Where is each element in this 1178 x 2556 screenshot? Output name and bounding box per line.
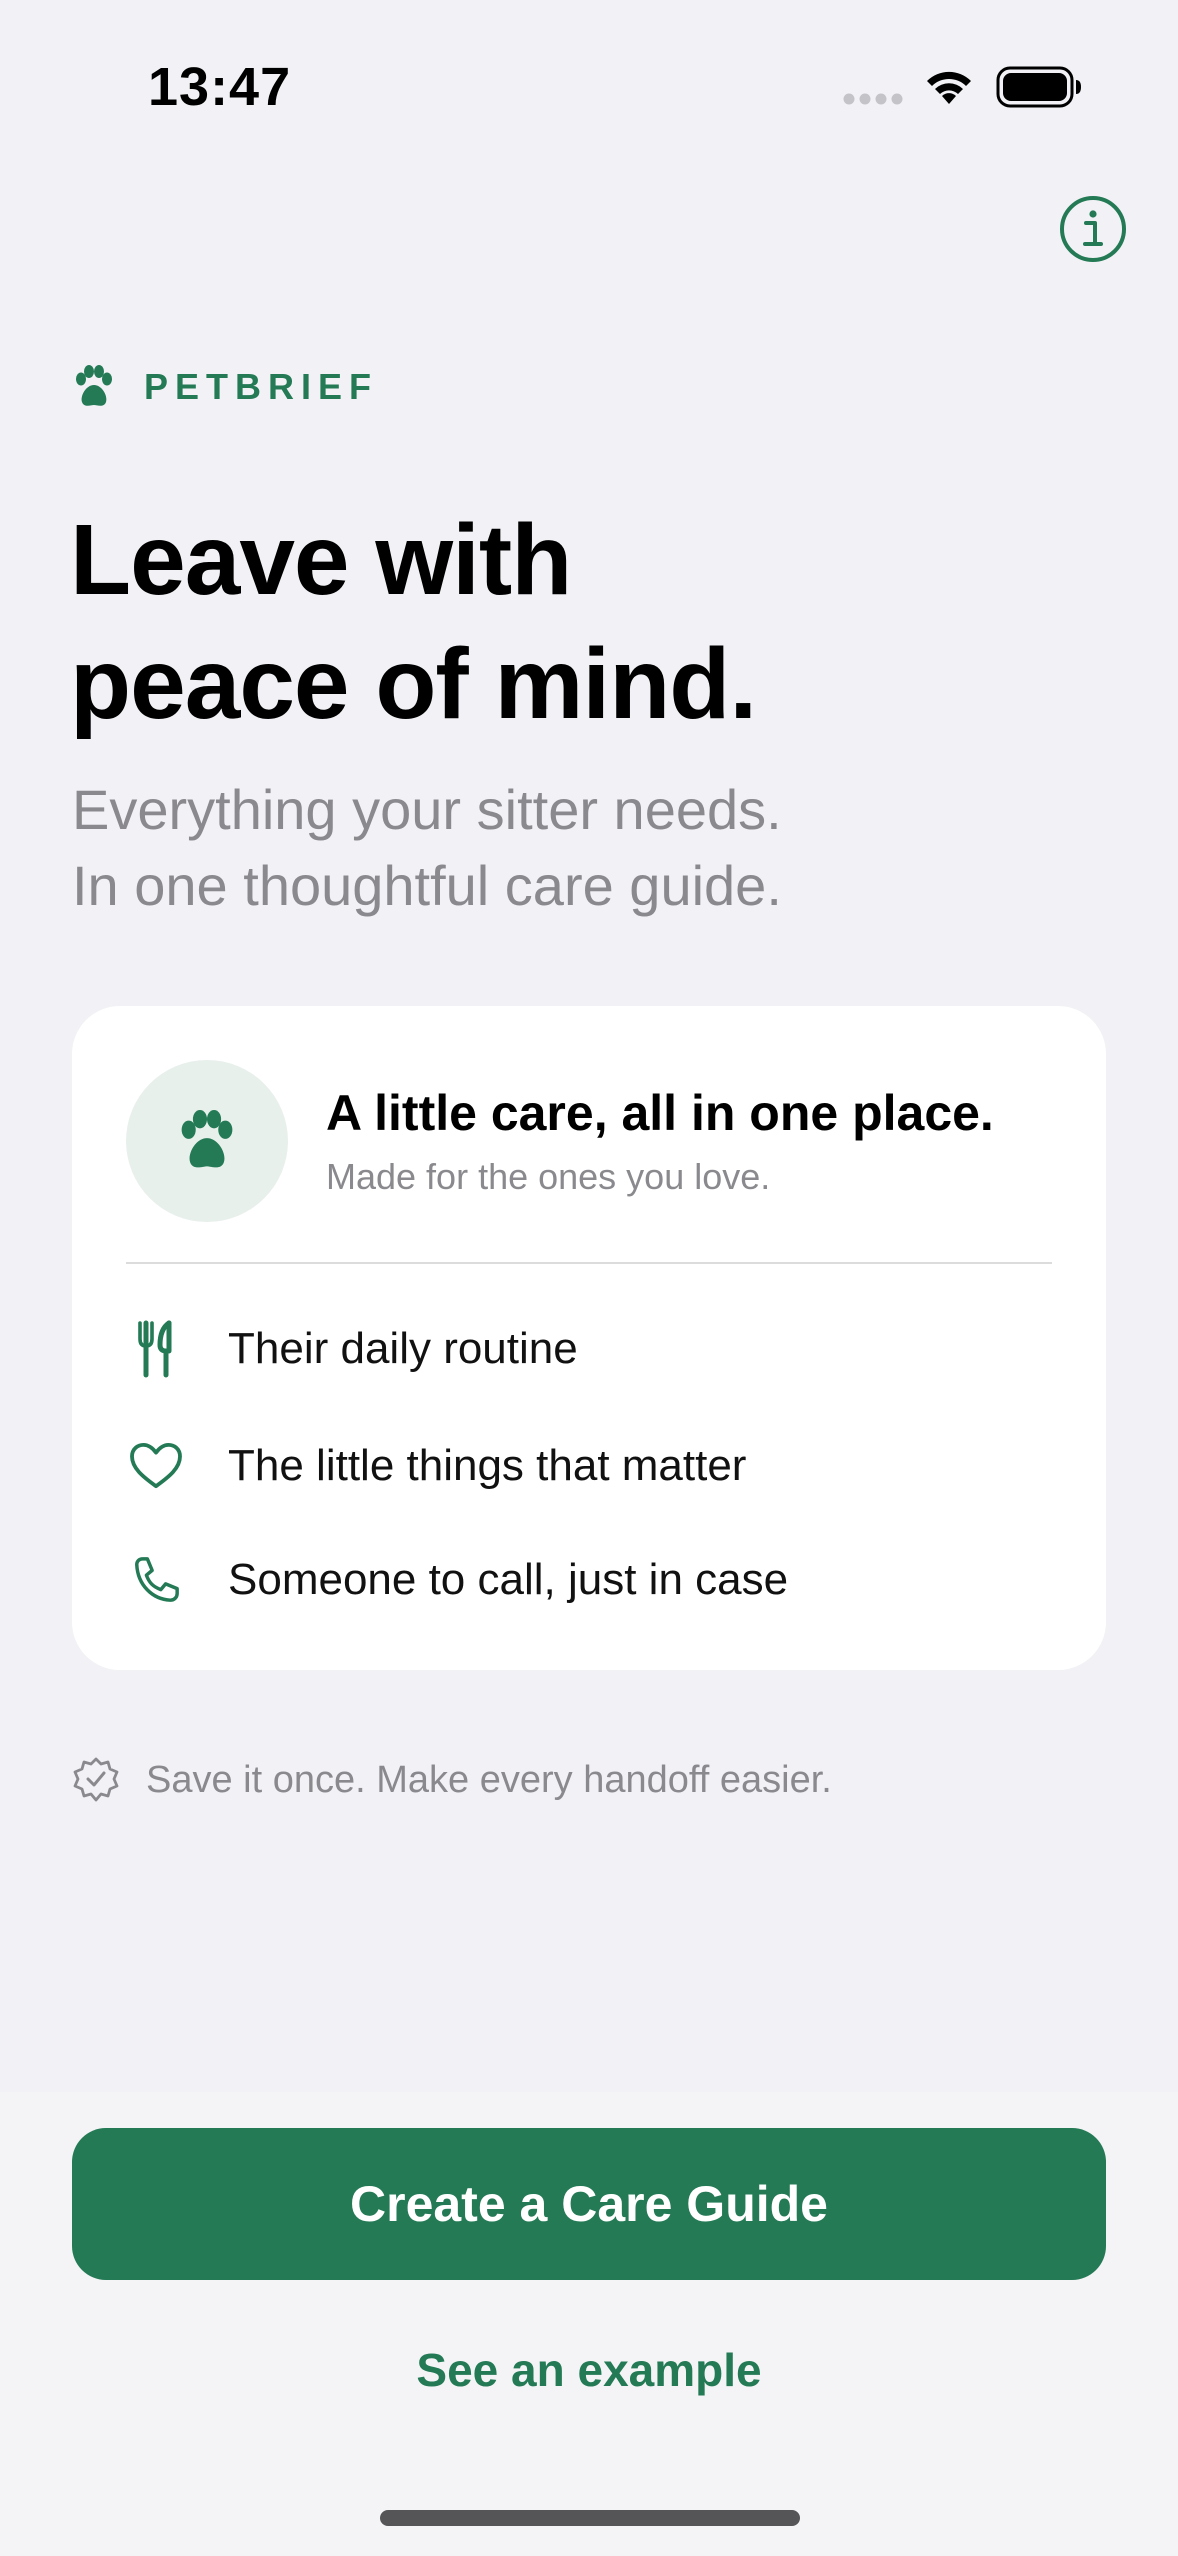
heart-icon — [126, 1436, 186, 1496]
status-time: 13:47 — [148, 57, 292, 117]
home-indicator[interactable] — [380, 2510, 800, 2526]
headline-line-1: Leave with — [70, 504, 572, 616]
info-circle-icon — [1060, 196, 1126, 262]
avatar — [126, 1060, 288, 1222]
brand-name: PETBRIEF — [144, 366, 379, 407]
feature-card: A little care, all in one place. Made fo… — [72, 1006, 1106, 1670]
battery-icon — [996, 66, 1081, 108]
subheadline-line-1: Everything your sitter needs. — [72, 778, 782, 841]
card-subtitle: Made for the ones you love. — [326, 1156, 771, 1197]
checkmark-seal-icon — [73, 1757, 119, 1802]
see-example-link[interactable]: See an example — [72, 2330, 1106, 2410]
headline-line-2: peace of mind. — [70, 628, 757, 740]
feature-item-someone-to-call: Someone to call, just in case — [126, 1540, 788, 1620]
footnote-text: Save it once. Make every handoff easier. — [146, 1758, 832, 1801]
create-care-guide-button[interactable]: Create a Care Guide — [72, 2128, 1106, 2280]
feature-label: The little things that matter — [228, 1441, 747, 1490]
phone-icon — [126, 1550, 186, 1610]
info-button[interactable] — [1058, 194, 1128, 264]
paw-icon — [181, 1110, 233, 1168]
footnote: Save it once. Make every handoff easier. — [72, 1752, 832, 1808]
feature-label: Their daily routine — [228, 1324, 578, 1373]
cellular-signal-icon — [843, 93, 903, 105]
feature-label: Someone to call, just in case — [228, 1555, 789, 1604]
status-bar: 13:47 — [0, 0, 1178, 170]
subheadline-line-2: In one thoughtful care guide. — [72, 854, 782, 917]
paw-icon — [76, 365, 112, 406]
page-title: Leave with peace of mind. — [70, 498, 1070, 746]
wifi-icon — [927, 71, 971, 104]
divider — [126, 1262, 1052, 1264]
subheadline: Everything your sitter needs. In one tho… — [72, 772, 1072, 924]
feature-item-daily-routine: Their daily routine — [126, 1309, 578, 1389]
brand: PETBRIEF — [72, 362, 378, 412]
card-title: A little care, all in one place. — [326, 1085, 994, 1141]
fork-knife-icon — [126, 1319, 186, 1379]
feature-item-little-things: The little things that matter — [126, 1426, 746, 1506]
